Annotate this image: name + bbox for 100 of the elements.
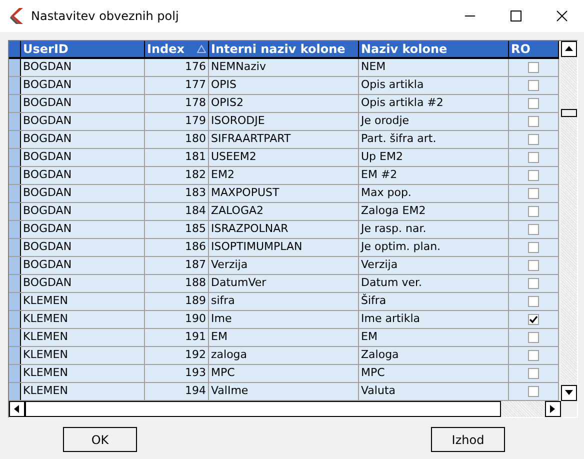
checkbox[interactable] [528,188,539,199]
table-cell: BOGDAN [21,131,145,148]
row-indicator[interactable] [9,329,21,346]
row-indicator[interactable] [9,77,21,94]
table-cell: KLEMEN [21,365,145,382]
close-icon[interactable] [556,10,568,22]
checkbox[interactable] [528,134,539,145]
table-cell: SIFRAARTPART [209,131,359,148]
table-cell: ZALOGA2 [209,203,359,220]
table-cell: OPIS2 [209,95,359,112]
checkbox[interactable] [528,278,539,289]
dialog-button[interactable]: Izhod [431,427,505,452]
checkbox[interactable] [528,80,539,91]
table-cell: BOGDAN [21,149,145,166]
checkbox[interactable] [528,206,539,217]
checkbox[interactable] [528,62,539,73]
table-cell: Ime [209,311,359,328]
table-cell: 184 [145,203,209,220]
table-cell: 183 [145,185,209,202]
row-indicator[interactable] [9,275,21,292]
column-header[interactable]: UserID [21,41,145,57]
window-title: Nastavitev obveznih polj [31,8,179,25]
table-cell: 181 [145,149,209,166]
table-cell: 185 [145,221,209,238]
table-cell: 186 [145,239,209,256]
table-cell: OPIS [209,77,359,94]
row-indicator[interactable] [9,185,21,202]
table-cell: 188 [145,275,209,292]
table-cell: Šifra [359,293,509,310]
table-cell: ISORODJE [209,113,359,130]
scroll-down-button[interactable] [561,385,577,401]
column-header[interactable]: Naziv kolone [359,41,509,57]
table-cell: BOGDAN [21,167,145,184]
table-cell: Verzija [359,257,509,274]
maximize-icon[interactable] [510,10,522,22]
checkbox[interactable] [528,170,539,181]
checkbox[interactable] [528,386,539,397]
checkbox[interactable] [528,332,539,343]
table-cell: KLEMEN [21,311,145,328]
checkbox[interactable] [528,368,539,379]
row-indicator[interactable] [9,311,21,328]
checkbox[interactable] [528,260,539,271]
row-indicator[interactable] [9,257,21,274]
scroll-up-button[interactable] [561,41,577,57]
row-indicator[interactable] [9,167,21,184]
checkbox[interactable] [528,314,539,325]
checkbox[interactable] [528,224,539,235]
scroll-left-button[interactable] [9,401,25,417]
table-cell: Up EM2 [359,149,509,166]
checkbox[interactable] [528,116,539,127]
table-cell: sifra [209,293,359,310]
row-indicator[interactable] [9,131,21,148]
table-cell: Verzija [209,257,359,274]
checkbox[interactable] [528,296,539,307]
table-cell: BOGDAN [21,185,145,202]
scrollbar-thumb[interactable] [25,401,501,417]
scroll-right-button[interactable] [545,401,561,417]
table-cell: KLEMEN [21,347,145,364]
table-cell: Zaloga EM2 [359,203,509,220]
table-cell: EM [359,329,509,346]
table-cell: 194 [145,383,209,400]
row-indicator[interactable] [9,203,21,220]
row-indicator[interactable] [9,113,21,130]
column-header[interactable]: Index [145,41,209,57]
scrollbar-thumb[interactable] [561,109,577,117]
row-indicator[interactable] [9,239,21,256]
row-indicator[interactable] [9,347,21,364]
checkbox[interactable] [528,350,539,361]
row-indicator[interactable] [9,293,21,310]
row-indicator[interactable] [9,149,21,166]
checkbox[interactable] [528,242,539,253]
table-cell: KLEMEN [21,383,145,400]
table-cell: EM #2 [359,167,509,184]
table-cell: BOGDAN [21,59,145,76]
column-header[interactable]: RO [509,41,559,57]
checkbox[interactable] [528,152,539,163]
table-cell: MPC [209,365,359,382]
table-cell: 177 [145,77,209,94]
table-cell: BOGDAN [21,239,145,256]
table-cell: 193 [145,365,209,382]
column-header[interactable]: Interni naziv kolone [209,41,359,57]
table-cell: USEEM2 [209,149,359,166]
row-indicator[interactable] [9,365,21,382]
table-cell: Part. šifra art. [359,131,509,148]
triangle-left-icon [12,404,22,414]
table-cell: BOGDAN [21,275,145,292]
table-cell: BOGDAN [21,203,145,220]
table-cell: Je optim. plan. [359,239,509,256]
row-indicator[interactable] [9,383,21,400]
table-cell: Valuta [359,383,509,400]
dialog-button[interactable]: OK [63,427,137,452]
row-indicator[interactable] [9,221,21,238]
row-indicator[interactable] [9,59,21,76]
triangle-up-icon [564,44,574,54]
checkbox[interactable] [528,98,539,109]
table-cell: ISOPTIMUMPLAN [209,239,359,256]
table-cell: ISRAZPOLNAR [209,221,359,238]
table-cell: Max pop. [359,185,509,202]
table-cell: DatumVer [209,275,359,292]
row-indicator[interactable] [9,95,21,112]
